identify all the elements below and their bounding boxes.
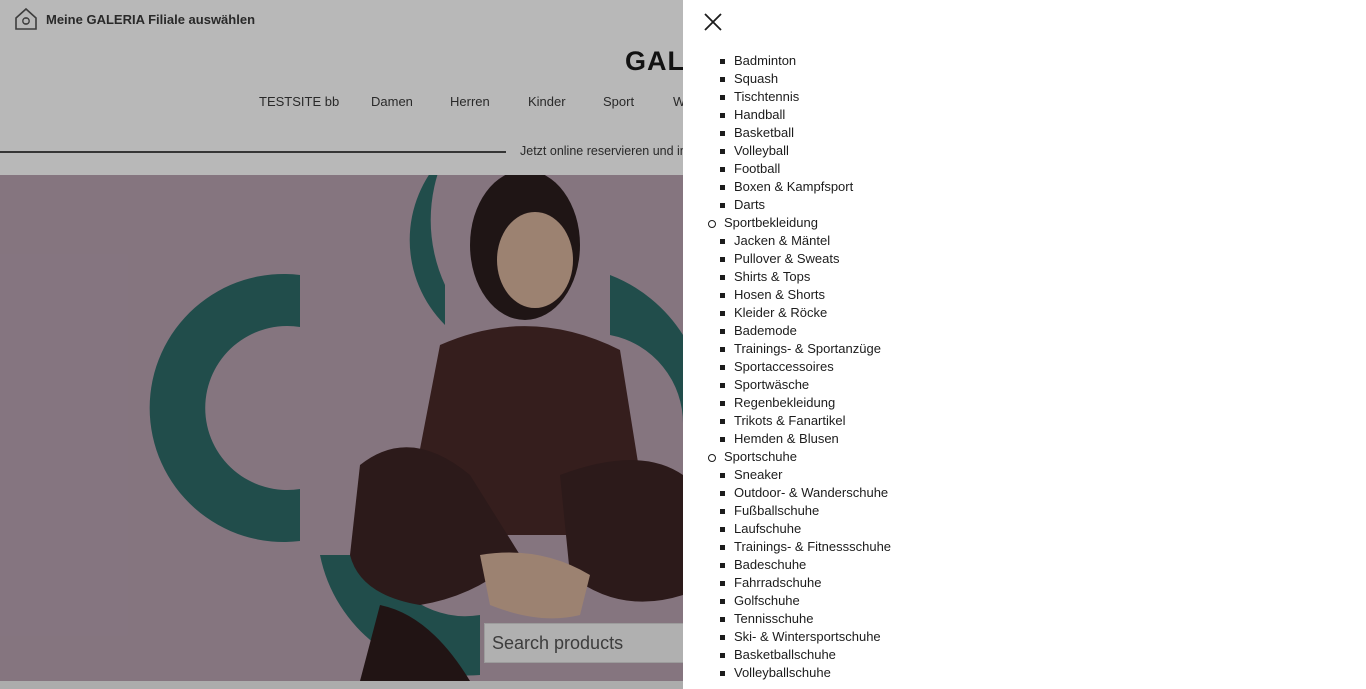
menu-category[interactable]: Sportschuhe (683, 448, 1366, 466)
menu-subcategory[interactable]: Trainings- & Fitnessschuhe (683, 538, 1366, 556)
menu-category[interactable]: Sportbekleidung (683, 214, 1366, 232)
modal-backdrop[interactable] (0, 0, 683, 689)
category-menu: Badminton Squash Tischtennis Handball Basket… (683, 52, 1366, 682)
menu-subcategory[interactable]: Sportaccessoires (683, 358, 1366, 376)
menu-subcategory[interactable]: Hemden & Blusen (683, 430, 1366, 448)
menu-subcategory[interactable]: Darts (683, 196, 1366, 214)
menu-subcategory[interactable]: Hosen & Shorts (683, 286, 1366, 304)
menu-subcategory[interactable]: Badminton (683, 52, 1366, 70)
menu-subcategory[interactable]: Pullover & Sweats (683, 250, 1366, 268)
menu-subcategory[interactable]: Laufschuhe (683, 520, 1366, 538)
menu-subcategory[interactable]: Tennisschuhe (683, 610, 1366, 628)
menu-subcategory[interactable]: Sneaker (683, 466, 1366, 484)
menu-subcategory[interactable]: Trikots & Fanartikel (683, 412, 1366, 430)
menu-subcategory[interactable]: Fahrradschuhe (683, 574, 1366, 592)
menu-subcategory[interactable]: Tischtennis (683, 88, 1366, 106)
menu-subcategory[interactable]: Football (683, 160, 1366, 178)
menu-subcategory[interactable]: Bademode (683, 322, 1366, 340)
close-icon[interactable] (702, 11, 724, 33)
menu-subcategory[interactable]: Ski- & Wintersportschuhe (683, 628, 1366, 646)
menu-subcategory[interactable]: Volleyballschuhe (683, 664, 1366, 682)
menu-subcategory[interactable]: Basketballschuhe (683, 646, 1366, 664)
menu-subcategory[interactable]: Kleider & Röcke (683, 304, 1366, 322)
menu-subcategory[interactable]: Shirts & Tops (683, 268, 1366, 286)
menu-subcategory[interactable]: Trainings- & Sportanzüge (683, 340, 1366, 358)
menu-subcategory[interactable]: Sportwäsche (683, 376, 1366, 394)
menu-subcategory[interactable]: Golfschuhe (683, 592, 1366, 610)
menu-subcategory[interactable]: Basketball (683, 124, 1366, 142)
category-drawer: Badminton Squash Tischtennis Handball Basket… (683, 0, 1366, 689)
menu-subcategory[interactable]: Jacken & Mäntel (683, 232, 1366, 250)
menu-subcategory[interactable]: Squash (683, 70, 1366, 88)
menu-subcategory[interactable]: Outdoor- & Wanderschuhe (683, 484, 1366, 502)
menu-subcategory[interactable]: Volleyball (683, 142, 1366, 160)
menu-subcategory[interactable]: Badeschuhe (683, 556, 1366, 574)
menu-subcategory[interactable]: Fußballschuhe (683, 502, 1366, 520)
menu-subcategory[interactable]: Regenbekleidung (683, 394, 1366, 412)
menu-subcategory[interactable]: Handball (683, 106, 1366, 124)
menu-subcategory[interactable]: Boxen & Kampfsport (683, 178, 1366, 196)
